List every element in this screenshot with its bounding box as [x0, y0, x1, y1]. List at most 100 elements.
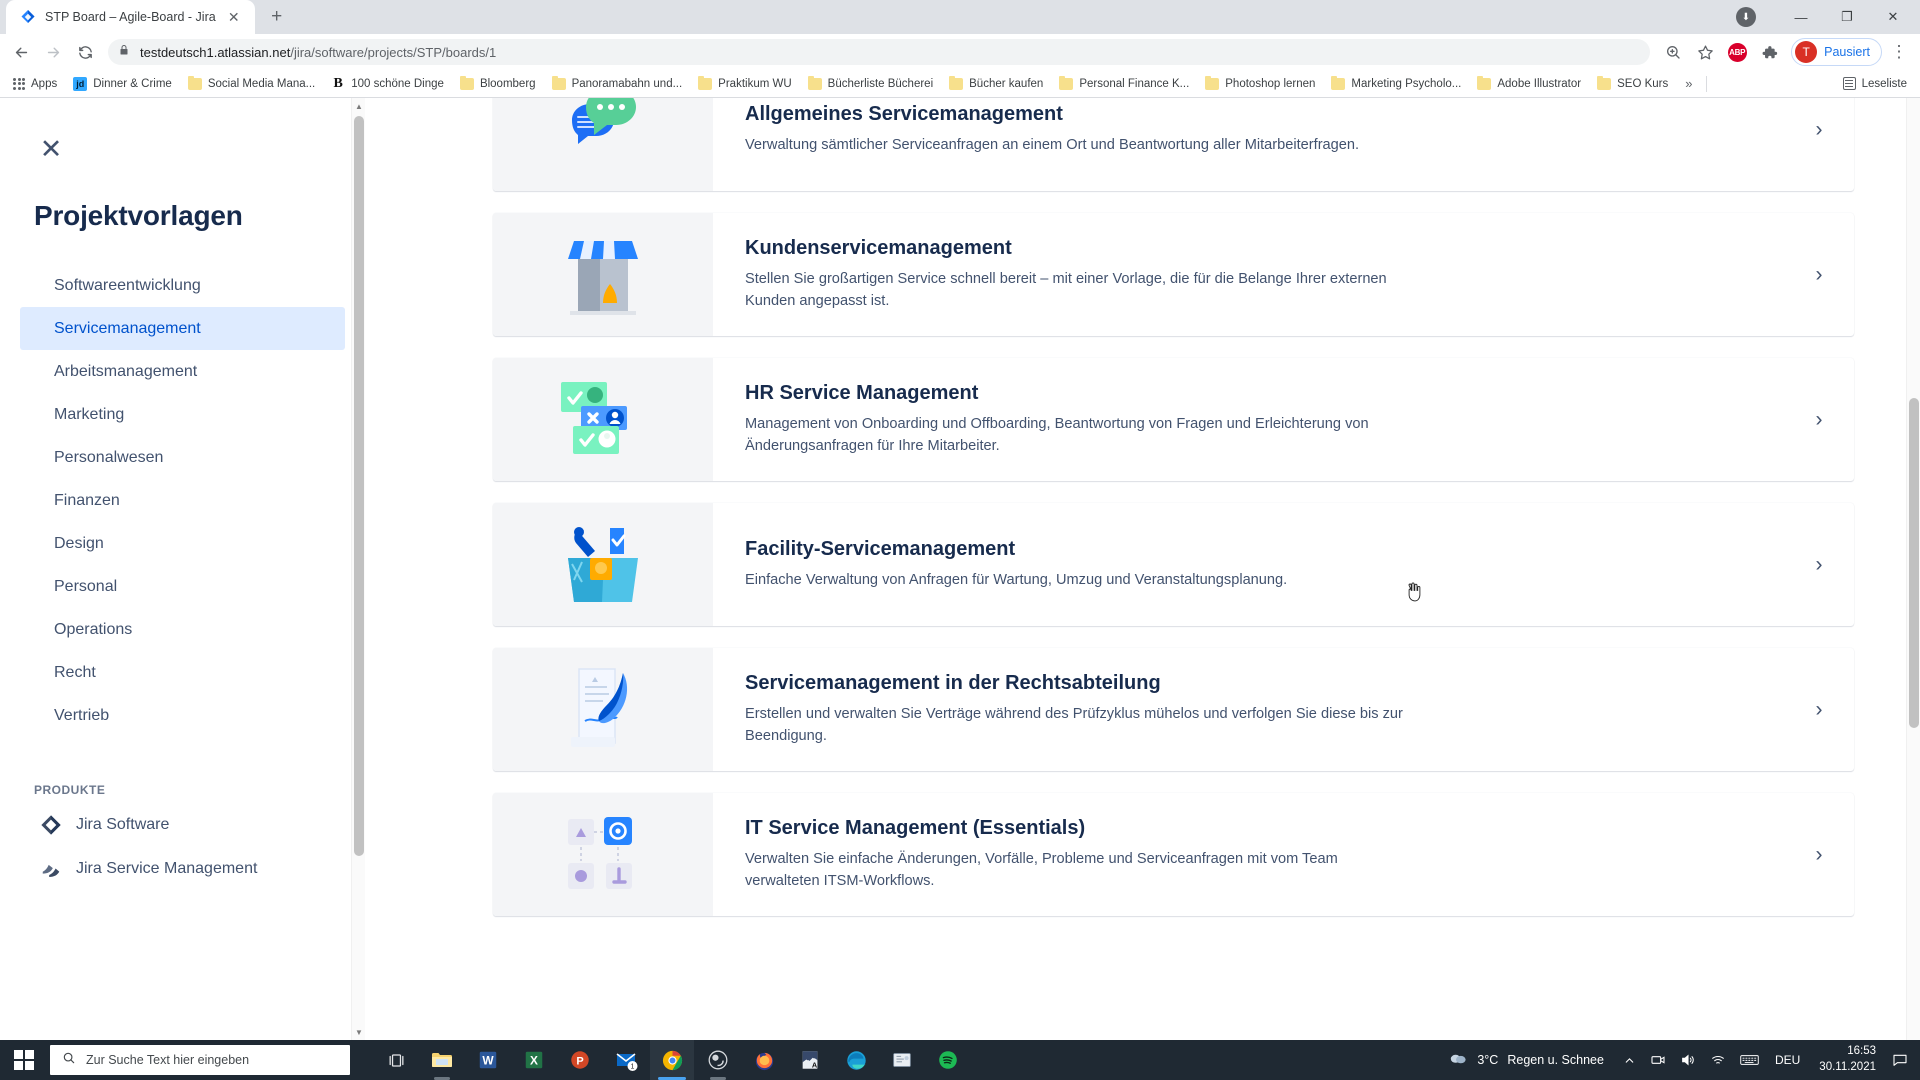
template-title: Allgemeines Servicemanagement [745, 102, 1063, 125]
close-tab-icon[interactable]: ✕ [225, 8, 243, 26]
sidebar-item-design[interactable]: Design [20, 522, 345, 565]
wifi-icon[interactable] [1703, 1040, 1733, 1080]
template-card[interactable]: Servicemanagement in der Rechtsabteilung… [493, 648, 1854, 771]
keyboard-icon[interactable] [1733, 1040, 1766, 1080]
sidebar-item-recht[interactable]: Recht [20, 651, 345, 694]
bookmark-item[interactable]: Bücher kaufen [942, 73, 1050, 95]
action-center-icon[interactable] [1886, 1040, 1914, 1080]
id-badge-icon: jd [73, 76, 88, 91]
spotify-button[interactable] [926, 1040, 970, 1080]
close-panel-button[interactable]: ✕ [34, 132, 68, 166]
folder-icon [698, 75, 713, 90]
maximize-button[interactable]: ❐ [1824, 1, 1870, 33]
template-card[interactable]: Kundenservicemanagement Stellen Sie großa… [493, 213, 1854, 336]
reload-button[interactable] [70, 37, 100, 67]
bookmark-item[interactable]: Personal Finance K... [1052, 73, 1196, 95]
word-button[interactable]: W [466, 1040, 510, 1080]
bookmark-item[interactable]: Apps [6, 73, 64, 95]
scroll-down-icon[interactable]: ▼ [352, 1024, 365, 1040]
bookmark-label: SEO Kurs [1617, 77, 1669, 90]
bookmarks-overflow-button[interactable]: » [1677, 76, 1700, 91]
chevron-right-icon[interactable]: › [1784, 503, 1854, 626]
bookmark-item[interactable]: Bloomberg [453, 73, 543, 95]
chevron-right-icon[interactable]: › [1784, 213, 1854, 336]
main-scroll-thumb[interactable] [1909, 398, 1919, 728]
obs-button[interactable] [696, 1040, 740, 1080]
window-controls: ⬇ — ❐ ✕ [1736, 0, 1920, 34]
forward-button[interactable] [38, 37, 68, 67]
bookmark-star-icon[interactable] [1690, 37, 1720, 67]
minimize-button[interactable]: — [1778, 1, 1824, 33]
photoshop-button[interactable]: A [788, 1040, 832, 1080]
bookmark-item[interactable]: Adobe Illustrator [1470, 73, 1588, 95]
address-bar[interactable]: testdeutsch1.atlassian.net/jira/software… [108, 39, 1651, 65]
reading-list-button[interactable]: Leseliste [1836, 74, 1914, 93]
project-templates-panel: ✕ Projektvorlagen Softwareentwicklung Ser… [0, 98, 365, 1040]
input-language[interactable]: DEU [1766, 1053, 1809, 1067]
clock[interactable]: 16:53 30.11.2021 [1809, 1040, 1886, 1080]
close-window-button[interactable]: ✕ [1870, 1, 1916, 33]
profile-button[interactable]: T Pausiert [1791, 38, 1882, 66]
onedrive-icon[interactable] [1643, 1040, 1673, 1080]
template-card[interactable]: IT Service Management (Essentials) Verwal… [493, 793, 1854, 916]
zoom-icon[interactable] [1658, 37, 1688, 67]
chevron-right-icon[interactable]: › [1784, 358, 1854, 481]
template-card[interactable]: Allgemeines Servicemanagement Verwaltung … [493, 98, 1854, 191]
extensions-icon[interactable] [1754, 37, 1784, 67]
bookmark-item[interactable]: Photoshop lernen [1198, 73, 1322, 95]
chrome-button[interactable] [650, 1040, 694, 1080]
sidebar-item-softwareentwicklung[interactable]: Softwareentwicklung [20, 264, 345, 307]
volume-icon[interactable] [1673, 1040, 1703, 1080]
download-indicator-icon[interactable]: ⬇ [1736, 7, 1756, 27]
sidebar-item-finanzen[interactable]: Finanzen [20, 479, 345, 522]
firefox-button[interactable] [742, 1040, 786, 1080]
main-scrollbar[interactable] [1906, 98, 1920, 1040]
chrome-menu-icon[interactable]: ⋮ [1884, 37, 1914, 67]
product-item[interactable]: Jira Service Management [0, 847, 365, 891]
sidebar-item-vertrieb[interactable]: Vertrieb [20, 694, 345, 737]
sidebar-item-marketing[interactable]: Marketing [20, 393, 345, 436]
new-tab-button[interactable]: + [263, 3, 291, 31]
file-explorer-button[interactable] [420, 1040, 464, 1080]
product-item[interactable]: Jira Software [0, 803, 365, 847]
chevron-right-icon[interactable]: › [1784, 98, 1854, 191]
url-text: testdeutsch1.atlassian.net/jira/software… [140, 45, 496, 60]
bookmark-item[interactable]: Bücherliste Bücherei [801, 73, 940, 95]
template-card[interactable]: Facility-Servicemanagement Einfache Verwa… [493, 503, 1854, 626]
bookmark-item[interactable]: jd Dinner & Crime [66, 73, 179, 95]
chevron-right-icon[interactable]: › [1784, 793, 1854, 916]
task-view-button[interactable] [374, 1040, 418, 1080]
bookmark-item[interactable]: Panoramabahn und... [545, 73, 690, 95]
adblock-plus-icon[interactable]: ABP [1722, 37, 1752, 67]
template-card[interactable]: HR Service Management Management von Onbo… [493, 358, 1854, 481]
powerpoint-button[interactable]: P [558, 1040, 602, 1080]
svg-text:A: A [812, 1060, 818, 1069]
sidebar-item-personalwesen[interactable]: Personalwesen [20, 436, 345, 479]
template-description: Verwaltung sämtlicher Serviceanfragen an… [745, 136, 1360, 153]
storefront-art [493, 213, 713, 336]
chevron-right-icon[interactable]: › [1784, 648, 1854, 771]
back-button[interactable] [6, 37, 36, 67]
browser-tab[interactable]: STP Board – Agile-Board - Jira ✕ [6, 0, 255, 34]
panel-scrollbar[interactable]: ▲ ▼ [351, 98, 365, 1040]
bookmark-item[interactable]: SEO Kurs [1590, 73, 1675, 95]
mail-button[interactable]: 1 [604, 1040, 648, 1080]
weather-widget[interactable]: 3°C Regen u. Schnee [1436, 1040, 1616, 1080]
sidebar-item-operations[interactable]: Operations [20, 608, 345, 651]
scroll-up-icon[interactable]: ▲ [352, 98, 365, 114]
excel-button[interactable]: X [512, 1040, 556, 1080]
bookmark-item[interactable]: Marketing Psycholo... [1324, 73, 1468, 95]
sidebar-item-personal[interactable]: Personal [20, 565, 345, 608]
tray-overflow-chevron-icon[interactable] [1616, 1040, 1643, 1080]
notes-button[interactable] [880, 1040, 924, 1080]
panel-scroll-thumb[interactable] [354, 116, 364, 856]
svg-text:P: P [576, 1056, 583, 1068]
sidebar-item-arbeitsmanagement[interactable]: Arbeitsmanagement [20, 350, 345, 393]
bookmark-item[interactable]: B 100 schöne Dinge [324, 73, 451, 95]
taskbar-search-input[interactable]: Zur Suche Text hier eingeben [50, 1045, 350, 1075]
bookmark-item[interactable]: Praktikum WU [691, 73, 798, 95]
sidebar-item-servicemanagement[interactable]: Servicemanagement [20, 307, 345, 350]
bookmark-item[interactable]: Social Media Mana... [181, 73, 322, 95]
edge-button[interactable] [834, 1040, 878, 1080]
start-button[interactable] [0, 1040, 48, 1080]
